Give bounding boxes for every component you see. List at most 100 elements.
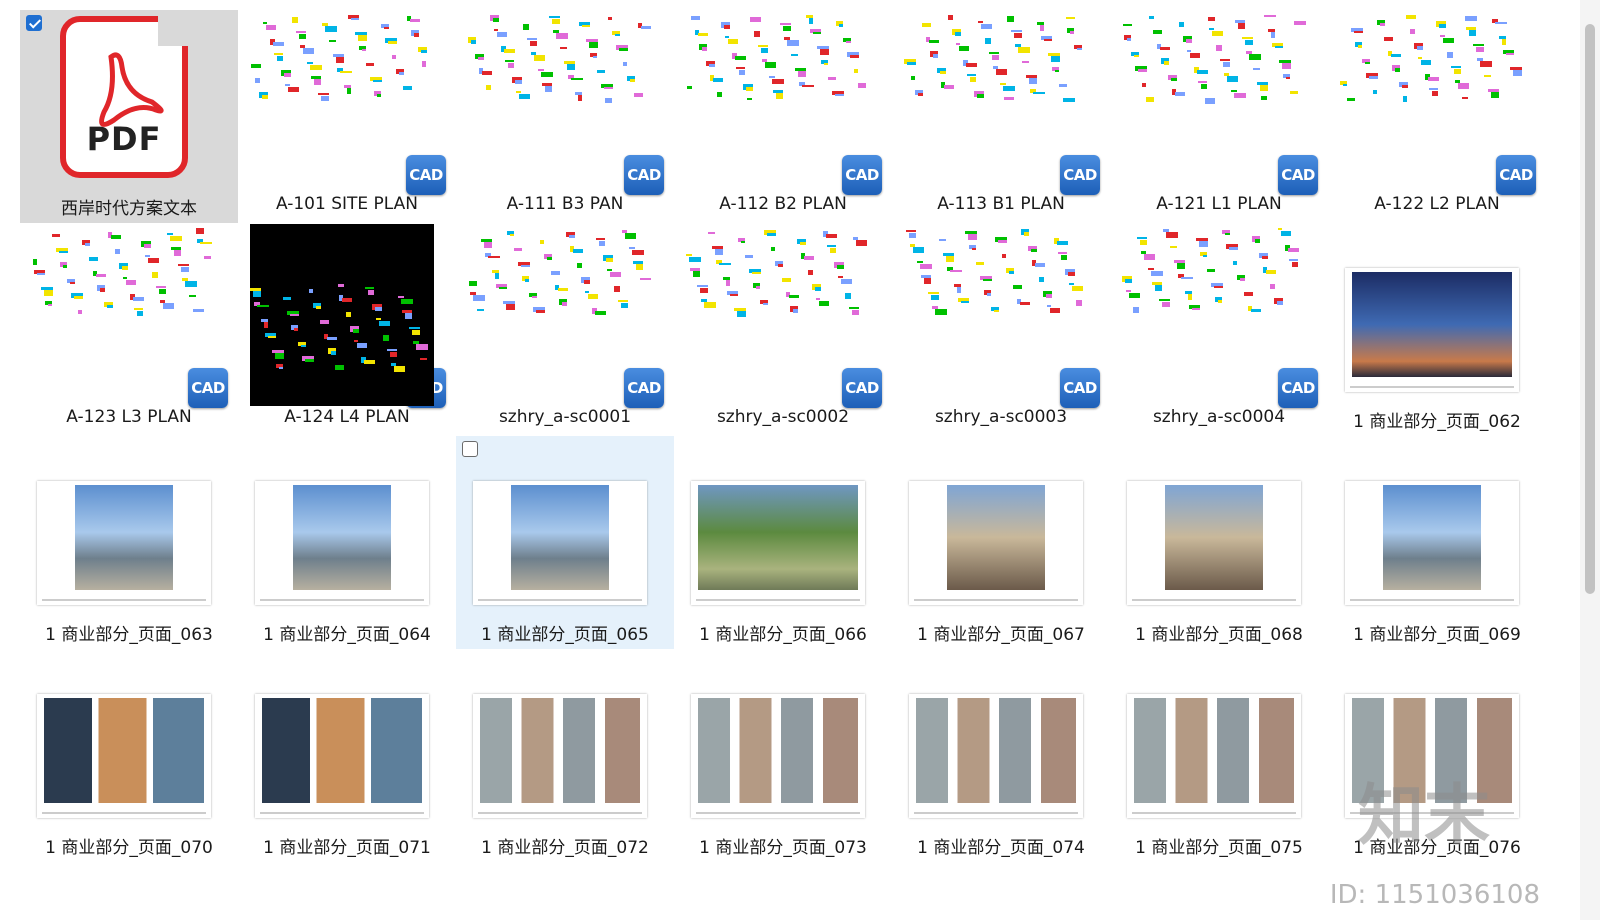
- file-thumbnail: [901, 12, 1091, 182]
- vertical-scrollbar[interactable]: [1580, 0, 1600, 920]
- page-footer-line: [260, 812, 424, 815]
- file-name: szhry_a-sc0001: [498, 407, 632, 427]
- file-tile[interactable]: 1 商业部分_页面_063: [20, 436, 238, 649]
- image-preview: [909, 694, 1083, 818]
- file-tile[interactable]: 1 商业部分_页面_064: [238, 436, 456, 649]
- file-name: szhry_a-sc0004: [1152, 407, 1286, 427]
- file-tile[interactable]: CAD A-123 L3 PLAN: [20, 223, 238, 436]
- file-tile[interactable]: CAD A-101 SITE PLAN: [238, 10, 456, 223]
- image-preview: [1345, 481, 1519, 605]
- page-footer-line: [696, 812, 860, 815]
- cad-preview: [468, 228, 652, 318]
- file-tile[interactable]: 1 商业部分_页面_069: [1328, 436, 1546, 649]
- file-thumbnail: [683, 12, 873, 182]
- file-tile[interactable]: 1 商业部分_页面_070: [20, 649, 238, 862]
- file-tile[interactable]: 1 商业部分_页面_068: [1110, 436, 1328, 649]
- file-name: 1 商业部分_页面_065: [481, 625, 649, 645]
- file-name: 1 商业部分_页面_066: [699, 625, 867, 645]
- file-tile[interactable]: 1 商业部分_页面_066: [674, 436, 892, 649]
- file-tile[interactable]: CAD szhry_a-sc0002: [674, 223, 892, 436]
- cad-preview: [686, 14, 870, 105]
- render-image: [261, 697, 423, 804]
- file-tile[interactable]: 1 商业部分_页面_065: [456, 436, 674, 649]
- render-image: [697, 697, 859, 804]
- file-name: A-101 SITE PLAN: [275, 194, 419, 214]
- file-thumbnail: [1337, 12, 1527, 182]
- file-name: szhry_a-sc0003: [934, 407, 1068, 427]
- file-tile[interactable]: CAD A-122 L2 PLAN: [1328, 10, 1546, 223]
- image-preview: [37, 481, 211, 605]
- file-name: 1 商业部分_页面_074: [917, 838, 1085, 858]
- file-tile[interactable]: CAD A-121 L1 PLAN: [1110, 10, 1328, 223]
- file-name: 西岸时代方案文本: [61, 199, 197, 219]
- render-image: [43, 697, 205, 804]
- file-name: 1 商业部分_页面_069: [1353, 625, 1521, 645]
- file-thumbnail: [247, 438, 437, 608]
- file-thumbnail: [247, 12, 437, 182]
- watermark-logo: 知末: [1358, 777, 1490, 854]
- file-thumbnail: [1337, 225, 1527, 395]
- file-name: 1 商业部分_页面_068: [1135, 625, 1303, 645]
- file-thumbnail: [29, 225, 219, 395]
- file-name: A-124 L4 PLAN: [284, 407, 410, 427]
- image-preview: [473, 481, 647, 605]
- page-footer-line: [1132, 599, 1296, 602]
- file-tile[interactable]: CAD szhry_a-sc0003: [892, 223, 1110, 436]
- cad-preview: [250, 224, 434, 406]
- file-thumbnail: [247, 224, 437, 406]
- file-name: 1 商业部分_页面_073: [699, 838, 867, 858]
- file-grid: PDF 西岸时代方案文本 CAD A-101 SITE PLAN CAD A-111 B3…: [20, 10, 1550, 915]
- file-thumbnail: [901, 651, 1091, 821]
- file-tile[interactable]: CAD szhry_a-sc0001: [456, 223, 674, 436]
- image-preview: [37, 694, 211, 818]
- file-tile[interactable]: CAD szhry_a-sc0004: [1110, 223, 1328, 436]
- file-tile[interactable]: CADA-124 L4 PLAN: [238, 223, 456, 436]
- select-checkbox[interactable]: [26, 15, 42, 31]
- file-tile[interactable]: 1 商业部分_页面_071: [238, 649, 456, 862]
- image-preview: [909, 481, 1083, 605]
- file-tile[interactable]: CAD A-111 B3 PAN: [456, 10, 674, 223]
- file-thumbnail: [1337, 438, 1527, 608]
- render-image: [293, 484, 391, 591]
- page-footer-line: [1350, 599, 1514, 602]
- file-thumbnail: [465, 438, 655, 608]
- watermark-id: ID: 1151036108: [1329, 880, 1540, 910]
- file-name: 1 商业部分_页面_075: [1135, 838, 1303, 858]
- file-tile[interactable]: CAD A-113 B1 PLAN: [892, 10, 1110, 223]
- file-thumbnail: [465, 225, 655, 395]
- page-footer-line: [914, 812, 1078, 815]
- select-checkbox[interactable]: [462, 441, 478, 457]
- image-preview: [255, 694, 429, 818]
- file-tile[interactable]: 1 商业部分_页面_062: [1328, 223, 1546, 436]
- file-tile[interactable]: CAD A-112 B2 PLAN: [674, 10, 892, 223]
- image-preview: [255, 481, 429, 605]
- cad-preview: [904, 14, 1088, 105]
- file-name: A-113 B1 PLAN: [937, 194, 1065, 214]
- image-preview: [473, 694, 647, 818]
- cad-preview: [686, 228, 870, 318]
- file-name: szhry_a-sc0002: [716, 407, 850, 427]
- scrollbar-thumb[interactable]: [1585, 24, 1595, 594]
- page-footer-line: [914, 599, 1078, 602]
- file-name: A-122 L2 PLAN: [1374, 194, 1500, 214]
- cad-preview: [32, 227, 216, 318]
- cad-preview: [1122, 14, 1306, 105]
- cad-preview: [1122, 227, 1306, 318]
- image-preview: [691, 481, 865, 605]
- file-tile[interactable]: 1 商业部分_页面_073: [674, 649, 892, 862]
- page-footer-line: [1132, 812, 1296, 815]
- file-tile[interactable]: 1 商业部分_页面_067: [892, 436, 1110, 649]
- render-image: [947, 484, 1045, 591]
- render-image: [1383, 484, 1481, 591]
- render-image: [915, 697, 1077, 804]
- file-tile[interactable]: PDF 西岸时代方案文本: [20, 10, 238, 223]
- page-footer-line: [42, 812, 206, 815]
- file-thumbnail: [465, 12, 655, 182]
- file-thumbnail: [683, 651, 873, 821]
- file-name: 1 商业部分_页面_067: [917, 625, 1085, 645]
- file-tile[interactable]: 1 商业部分_页面_072: [456, 649, 674, 862]
- render-image: [511, 484, 609, 591]
- file-tile[interactable]: 1 商业部分_页面_075: [1110, 649, 1328, 862]
- file-tile[interactable]: 1 商业部分_页面_074: [892, 649, 1110, 862]
- image-preview: [1127, 481, 1301, 605]
